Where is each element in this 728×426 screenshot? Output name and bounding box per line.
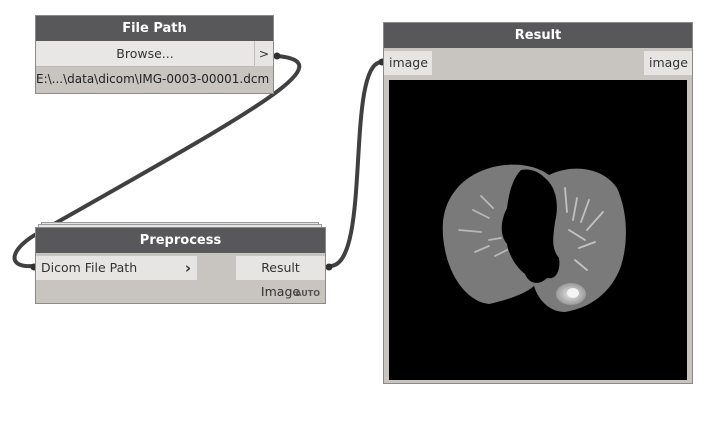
image-preview bbox=[389, 80, 687, 380]
file-path-output-port-label: > bbox=[258, 46, 270, 61]
file-path-node[interactable]: File Path Browse... > E:\...\data\dicom\… bbox=[35, 15, 274, 94]
preprocess-node-title[interactable]: Preprocess bbox=[36, 228, 325, 253]
result-image-input-port[interactable]: image bbox=[384, 51, 432, 75]
lacing-auto-label: AUTO bbox=[295, 289, 320, 298]
lung-ct-scan-image bbox=[442, 164, 626, 312]
result-image-input-label: image bbox=[389, 55, 428, 70]
file-path-value: E:\...\data\dicom\IMG-0003-00001.dcm bbox=[36, 72, 270, 86]
wire-preprocess-to-result[interactable] bbox=[328, 60, 383, 268]
browse-button[interactable]: Browse... bbox=[36, 41, 254, 67]
dicom-file-path-input-port[interactable]: Dicom File Path › bbox=[36, 256, 197, 280]
port-dot-preprocess-out bbox=[325, 263, 333, 271]
chevron-right-icon: › bbox=[184, 259, 191, 277]
nodule-core bbox=[567, 288, 579, 298]
result-image-output-label: Result Image bbox=[260, 260, 301, 299]
preprocess-node[interactable]: Preprocess Dicom File Path › Result Imag… bbox=[35, 227, 326, 304]
file-path-node-title[interactable]: File Path bbox=[36, 16, 273, 41]
port-dot-filepath-out bbox=[273, 52, 281, 60]
file-path-output-port[interactable]: > bbox=[254, 41, 273, 66]
dicom-file-path-input-label: Dicom File Path bbox=[41, 260, 138, 275]
result-node[interactable]: Result image image bbox=[383, 22, 693, 384]
result-image-output-port-right[interactable]: image bbox=[644, 51, 692, 75]
result-image-output-right-label: image bbox=[649, 55, 688, 70]
browse-button-label: Browse... bbox=[116, 46, 174, 61]
result-node-title[interactable]: Result bbox=[384, 23, 692, 48]
result-image-output-port[interactable]: Result Image bbox=[236, 256, 325, 299]
